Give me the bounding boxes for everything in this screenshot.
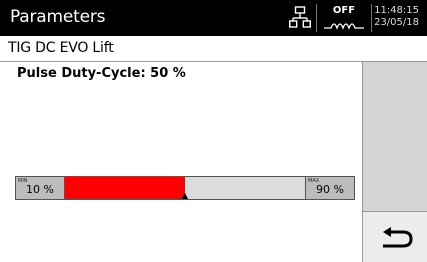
network-icon	[289, 6, 311, 28]
slider-fill	[65, 177, 185, 199]
process-mode: TIG DC EVO Lift	[8, 40, 114, 56]
time-text: 11:48:15	[374, 5, 419, 16]
max-cap: MAX 90 %	[305, 176, 355, 200]
header-bar: Parameters OFF 11:48:15 23/05/18	[0, 0, 427, 36]
side-panel	[362, 62, 427, 262]
back-button[interactable]	[363, 211, 427, 262]
min-cap: MIN 10 %	[15, 176, 65, 200]
slider-handle[interactable]	[182, 193, 188, 199]
wave-icon	[324, 23, 364, 30]
page-title: Parameters	[10, 7, 106, 27]
date-text: 23/05/18	[374, 17, 419, 28]
status-indicator: OFF	[320, 3, 368, 33]
status-text: OFF	[332, 5, 356, 16]
parameter-panel: Pulse Duty-Cycle: 50 % MIN 10 % MAX 90 %	[0, 62, 362, 262]
header-divider	[316, 4, 317, 32]
max-value: 90 %	[316, 183, 344, 196]
slider-track[interactable]	[65, 176, 305, 200]
clock: 11:48:15 23/05/18	[374, 5, 419, 29]
header-divider	[371, 4, 372, 32]
value-slider[interactable]: MIN 10 % MAX 90 %	[15, 176, 355, 200]
parameter-label: Pulse Duty-Cycle: 50 %	[17, 66, 186, 81]
min-value: 10 %	[26, 183, 54, 196]
mode-bar: TIG DC EVO Lift	[0, 36, 427, 62]
return-arrow-icon	[383, 227, 413, 248]
